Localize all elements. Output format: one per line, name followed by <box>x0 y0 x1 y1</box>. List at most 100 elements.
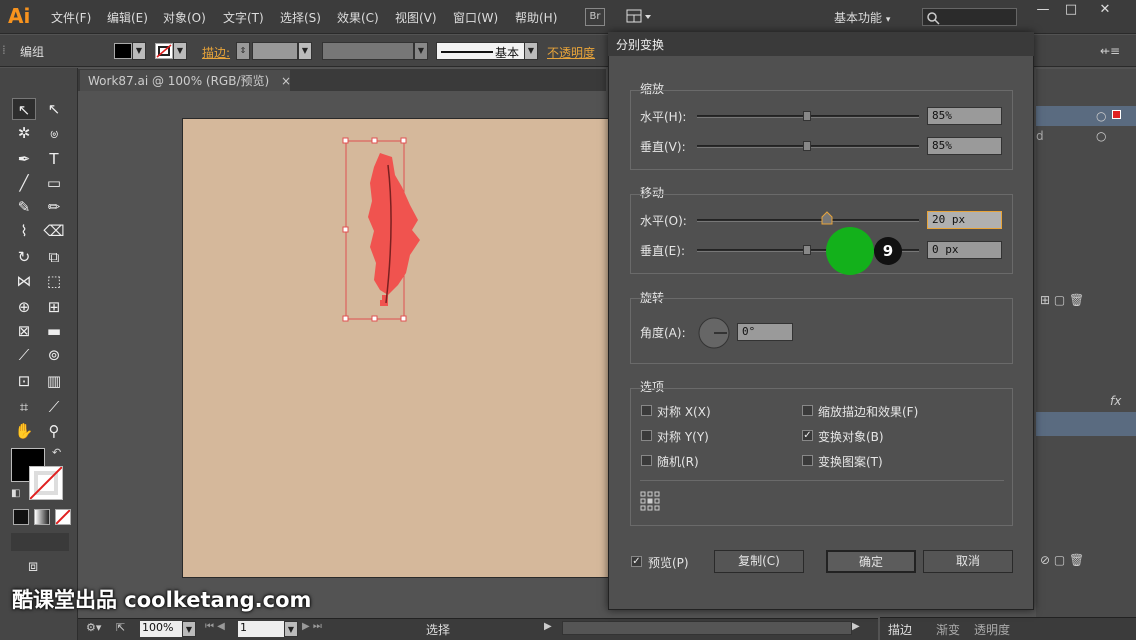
opacity-label[interactable]: 不透明度 <box>547 44 595 61</box>
menu-type[interactable]: 文字(T) <box>223 9 264 26</box>
fill-dropdown-arrow[interactable]: ▼ <box>132 42 146 60</box>
menu-edit[interactable]: 编辑(E) <box>107 9 148 26</box>
blob-brush-tool-icon[interactable]: ⌇ <box>12 220 36 242</box>
transform-objects-checkbox[interactable]: ✓ <box>802 430 813 441</box>
stroke-label[interactable]: 描边: <box>202 44 230 61</box>
layer-panel-buttons-icon[interactable]: ⊞ ▢ 🗑 <box>1040 293 1084 307</box>
free-transform-tool-icon[interactable]: ⬚ <box>42 270 66 292</box>
preview-label[interactable]: 预览(P) <box>648 554 689 571</box>
variable-width-profile[interactable] <box>322 42 414 60</box>
close-tab-icon[interactable]: × <box>281 74 291 88</box>
blend-tool-icon[interactable]: ⊚ <box>42 344 66 366</box>
random-label[interactable]: 随机(R) <box>657 453 699 470</box>
ok-button[interactable]: 确定 <box>826 550 916 573</box>
status-menu-arrow[interactable]: ▶ <box>544 621 552 632</box>
rotate-angle-field[interactable]: 0° <box>737 323 793 341</box>
bridge-button[interactable]: Br <box>585 8 605 26</box>
pencil-tool-icon[interactable]: ✏ <box>42 196 66 218</box>
lasso-tool-icon[interactable]: ၑ <box>42 122 66 144</box>
rectangle-tool-icon[interactable]: ▭ <box>42 172 66 194</box>
gradient-mode-icon[interactable] <box>34 509 50 525</box>
copy-button[interactable]: 复制(C) <box>714 550 804 573</box>
screen-mode-icon[interactable]: ⧈ <box>28 556 38 576</box>
hand-tool-icon[interactable]: ✋ <box>12 420 36 442</box>
zoom-tool-icon[interactable]: ⚲ <box>42 420 66 442</box>
menu-file[interactable]: 文件(F) <box>51 9 91 26</box>
leaf-artwork[interactable] <box>340 135 440 325</box>
minimize-button[interactable]: — <box>1028 2 1058 22</box>
appearance-buttons-icon[interactable]: ⊘ ▢ 🗑 <box>1040 553 1084 567</box>
fx-icon[interactable]: fx <box>1110 394 1121 408</box>
none-mode-icon[interactable] <box>55 509 71 525</box>
tab-gradient[interactable]: 渐变 <box>936 621 960 638</box>
default-colors-icon[interactable]: ◧ <box>11 488 20 499</box>
target-circle-icon[interactable]: ○ <box>1096 129 1106 143</box>
stroke-dropdown-arrow[interactable]: ▼ <box>173 42 187 60</box>
preview-checkbox[interactable]: ✓ <box>631 556 642 567</box>
line-tool-icon[interactable]: ╱ <box>12 172 36 194</box>
mesh-tool-icon[interactable]: ⊠ <box>12 320 36 342</box>
horizontal-scrollbar[interactable] <box>562 621 852 635</box>
gpu-status-icon[interactable]: ⚙▾ <box>86 621 101 634</box>
reflect-y-checkbox[interactable] <box>641 430 652 441</box>
reflect-x-label[interactable]: 对称 X(X) <box>657 403 711 420</box>
magic-wand-tool-icon[interactable]: ✲ <box>12 122 36 144</box>
brush-definition-dropdown[interactable]: 基本 <box>436 42 538 60</box>
perspective-grid-tool-icon[interactable]: ⊞ <box>42 296 66 318</box>
workspace-switcher[interactable]: 基本功能 ▾ <box>834 9 890 26</box>
direct-selection-tool-icon[interactable]: ↖ <box>42 98 66 120</box>
menu-help[interactable]: 帮助(H) <box>515 9 557 26</box>
reference-point-icon[interactable] <box>640 491 660 511</box>
menu-effect[interactable]: 效果(C) <box>337 9 379 26</box>
scroll-right-arrow[interactable]: ▶ <box>852 621 860 632</box>
first-artboard-icon[interactable]: ⏮ ◀ <box>205 621 225 632</box>
move-vertical-field[interactable]: 0 px <box>927 241 1002 259</box>
move-vertical-slider-knob[interactable] <box>803 245 811 255</box>
selection-tool-icon[interactable]: ↖ <box>12 98 36 120</box>
rotate-tool-icon[interactable]: ↻ <box>12 246 36 268</box>
zoom-level-field[interactable]: 100% <box>140 621 182 637</box>
move-horizontal-slider[interactable] <box>697 219 919 222</box>
scale-vertical-field[interactable]: 85% <box>927 137 1002 155</box>
menu-view[interactable]: 视图(V) <box>395 9 437 26</box>
scale-vertical-slider-knob[interactable] <box>803 141 811 151</box>
close-window-button[interactable]: ✕ <box>1090 2 1120 22</box>
scale-tool-icon[interactable]: ⧉ <box>42 246 66 268</box>
paintbrush-tool-icon[interactable]: ✎ <box>12 196 36 218</box>
slice-tool-icon[interactable]: ⟋ <box>42 396 66 418</box>
eyedropper-tool-icon[interactable]: ⟋ <box>12 344 36 366</box>
transform-objects-label[interactable]: 变换对象(B) <box>818 428 884 445</box>
artboard-number-field[interactable]: 1 <box>238 621 286 637</box>
swap-colors-icon[interactable]: ↶ <box>52 446 61 459</box>
width-tool-icon[interactable]: ⋈ <box>12 270 36 292</box>
move-horizontal-slider-knob[interactable] <box>821 211 833 225</box>
stroke-weight-dropdown[interactable]: ▼ <box>298 42 312 60</box>
column-graph-tool-icon[interactable]: ▥ <box>42 370 66 392</box>
artboard-dropdown[interactable]: ▼ <box>284 621 298 637</box>
last-artboard-icon[interactable]: ▶ ⏭ <box>302 621 322 632</box>
scale-strokes-label[interactable]: 缩放描边和效果(F) <box>818 403 918 420</box>
layer-row-selected[interactable]: ○ <box>1036 106 1136 126</box>
cancel-button[interactable]: 取消 <box>923 550 1013 573</box>
transform-patterns-label[interactable]: 变换图案(T) <box>818 453 883 470</box>
stroke-weight-field[interactable] <box>252 42 298 60</box>
pen-tool-icon[interactable]: ✒ <box>12 148 36 170</box>
appearance-row-selected[interactable] <box>1036 412 1136 436</box>
artboard-tool-icon[interactable]: ⌗ <box>12 396 36 418</box>
stroke-swatch[interactable] <box>155 43 173 59</box>
zoom-dropdown[interactable]: ▼ <box>182 621 196 637</box>
shape-builder-tool-icon[interactable]: ⊕ <box>12 296 36 318</box>
help-search-input[interactable] <box>922 8 1017 26</box>
scale-horizontal-field[interactable]: 85% <box>927 107 1002 125</box>
fill-swatch[interactable] <box>114 43 132 59</box>
menu-object[interactable]: 对象(O) <box>163 9 206 26</box>
reflect-y-label[interactable]: 对称 Y(Y) <box>657 428 709 445</box>
arrange-documents-button[interactable] <box>626 9 652 25</box>
scale-strokes-checkbox[interactable] <box>802 405 813 416</box>
stroke-weight-stepper[interactable]: ⇕ <box>236 42 250 60</box>
transform-patterns-checkbox[interactable] <box>802 455 813 466</box>
drawing-modes[interactable] <box>11 533 69 551</box>
panel-menu-icon[interactable]: ⇷≡ <box>1100 44 1120 58</box>
angle-dial-icon[interactable] <box>697 316 731 350</box>
target-circle-icon[interactable]: ○ <box>1096 109 1106 123</box>
